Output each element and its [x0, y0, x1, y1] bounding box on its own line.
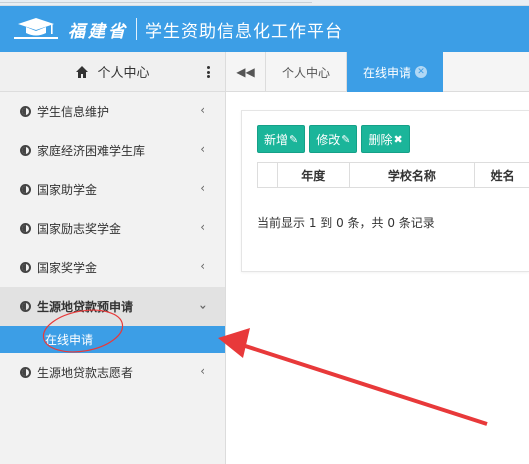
sidebar-item-inspirational-scholarship[interactable]: 国家励志奖学金 ‹: [0, 209, 225, 248]
tab-personal-center[interactable]: 个人中心: [266, 52, 348, 92]
more-vertical-icon[interactable]: [207, 66, 211, 78]
tab-label: 个人中心: [282, 65, 331, 80]
platform-title: 学生资助信息化工作平台: [145, 21, 343, 42]
sidebar-item-label: 生源地贷款预申请: [37, 300, 134, 314]
delete-button-label: 删除: [368, 132, 393, 147]
sidebar-item-label: 学生信息维护: [37, 105, 110, 119]
chevron-left-icon: ‹: [200, 142, 205, 156]
brand-separator: [136, 18, 137, 40]
half-circle-icon: [20, 301, 31, 312]
column-header-school[interactable]: 学校名称: [350, 163, 476, 187]
chevron-left-icon: ‹: [200, 181, 205, 195]
edit-icon: ✎: [289, 132, 299, 146]
app-header: 福建省 学生资助信息化工作平台: [0, 6, 529, 52]
sidebar-item-label: 家庭经济困难学生库: [37, 144, 146, 158]
half-circle-icon: [20, 262, 31, 273]
half-circle-icon: [20, 184, 31, 195]
chevron-left-icon: ‹: [200, 259, 205, 273]
pagination-info: 当前显示 1 到 0 条，共 0 条记录: [257, 216, 435, 230]
sidebar-subitem-online-application[interactable]: 在线申请: [0, 326, 225, 353]
sidebar-header-title: 个人中心: [97, 66, 150, 81]
data-table-header: 年度 学校名称 姓名: [257, 162, 529, 188]
edit-icon: ✎: [341, 132, 351, 146]
edit-button[interactable]: 修改 ✎: [309, 125, 358, 153]
sidebar-item-national-scholarship[interactable]: 国家奖学金 ‹: [0, 248, 225, 287]
sidebar-item-label: 国家励志奖学金: [37, 222, 122, 236]
sidebar-item-national-grant[interactable]: 国家助学金 ‹: [0, 170, 225, 209]
tab-bar: ◀◀ 个人中心 在线申请 ✕: [226, 52, 529, 92]
logo: 福建省: [14, 17, 128, 42]
graduation-cap-icon: [14, 18, 58, 39]
column-header-year[interactable]: 年度: [278, 163, 350, 187]
delete-button[interactable]: 删除 ✖: [361, 125, 410, 153]
sidebar-item-label: 国家助学金: [37, 183, 98, 197]
sidebar-header[interactable]: 个人中心: [0, 52, 225, 92]
add-button-label: 新增: [264, 132, 289, 147]
sidebar-subitem-label: 在线申请: [45, 333, 94, 347]
close-icon[interactable]: ✕: [415, 66, 428, 78]
sidebar-item-label: 生源地贷款志愿者: [37, 366, 134, 380]
chevron-left-icon: ‹: [200, 220, 205, 234]
table-toolbar: 新增 ✎ 修改 ✎ 删除 ✖: [257, 125, 410, 153]
sidebar-item-label: 国家奖学金: [37, 261, 98, 275]
half-circle-icon: [20, 223, 31, 234]
home-icon: [76, 65, 89, 78]
edit-button-label: 修改: [316, 132, 341, 147]
half-circle-icon: [20, 367, 31, 378]
content-panel: 新增 ✎ 修改 ✎ 删除 ✖ 年度 学校名称 姓名 当前显示 1 到 0 条，共…: [241, 110, 529, 272]
tab-label: 在线申请: [363, 65, 412, 80]
half-circle-icon: [20, 106, 31, 117]
main-content: 新增 ✎ 修改 ✎ 删除 ✖ 年度 学校名称 姓名 当前显示 1 到 0 条，共…: [226, 92, 529, 464]
tab-scroll-left-button[interactable]: ◀◀: [226, 52, 266, 92]
sidebar-item-student-info[interactable]: 学生信息维护 ‹: [0, 92, 225, 131]
chevron-down-icon: ‹: [195, 304, 210, 310]
column-header-name[interactable]: 姓名: [475, 163, 529, 187]
sidebar-item-loan-volunteers[interactable]: 生源地贷款志愿者 ‹: [0, 353, 225, 392]
brand-script-text: 福建省: [68, 21, 128, 42]
sidebar-item-poor-students[interactable]: 家庭经济困难学生库 ‹: [0, 131, 225, 170]
sidebar-item-loan-preapplication[interactable]: 生源地贷款预申请 ‹: [0, 287, 225, 326]
add-button[interactable]: 新增 ✎: [257, 125, 306, 153]
chevron-left-icon: ‹: [200, 103, 205, 117]
half-circle-icon: [20, 145, 31, 156]
checkbox-column[interactable]: [258, 163, 278, 187]
chevron-left-icon: ‹: [200, 364, 205, 378]
sidebar: 个人中心 学生信息维护 ‹ 家庭经济困难学生库 ‹ 国家助学金 ‹ 国家励志奖学…: [0, 52, 226, 464]
tab-online-application[interactable]: 在线申请 ✕: [347, 52, 444, 92]
double-chevron-left-icon: ◀◀: [236, 65, 255, 79]
close-icon: ✖: [393, 132, 403, 146]
